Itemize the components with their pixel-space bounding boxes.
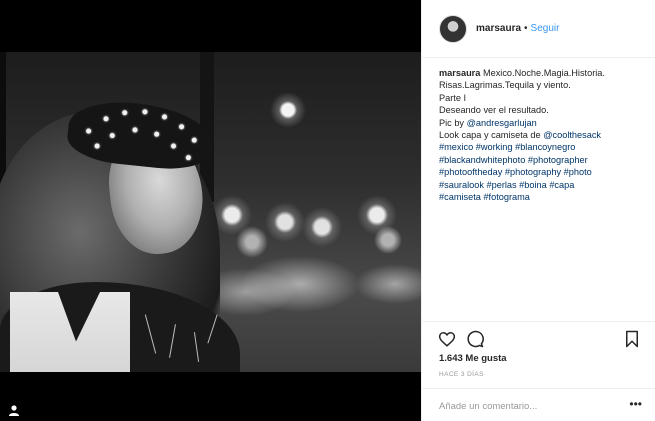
post-caption: marsaura Mexico.Noche.Magia.Historia. Ris… [439,67,651,203]
caption-text: Look capa y camiseta de [439,130,544,141]
caption-text: Pic by [439,117,467,128]
comment-bar: ••• [422,388,655,421]
hashtag-link[interactable]: #mexico #working #blancoynegro [439,142,575,152]
post-sidebar: marsaura • Seguir marsaura Mexico.Noche.… [421,0,655,421]
caption-text: Mexico.Noche.Magia.Historia. [482,68,605,78]
heart-icon[interactable] [438,330,456,348]
avatar[interactable] [439,14,467,43]
hashtag-link[interactable]: #sauralook #perlas #boina #capa [439,180,574,190]
hashtag-link[interactable]: #camiseta #fotograma [439,192,530,202]
hashtag-link[interactable]: #blackandwhitephoto #photographer [439,155,588,165]
caption-line: #sauralook #perlas #boina #capa [439,179,651,191]
follow-button[interactable]: Seguir [531,23,560,34]
action-bar [422,321,655,355]
caption-line: Pic by @andresgarlujan [439,117,651,129]
comment-input[interactable] [439,398,619,414]
caption-line: #mexico #working #blancoynegro [439,141,651,153]
caption-line: Deseando ver el resultado. [439,104,651,116]
caption-username[interactable]: marsaura [439,68,483,78]
username-link[interactable]: marsaura [476,23,521,34]
post-timestamp[interactable]: HACE 3 DÍAS [439,371,484,378]
post-media: happ [0,0,421,421]
more-options-icon[interactable]: ••• [629,397,642,411]
post-header: marsaura • Seguir [422,0,655,58]
likes-count[interactable]: 1.643 Me gusta [439,353,507,364]
caption-line: Parte I [439,92,651,104]
caption-text: Parte I [439,92,467,103]
comment-bubble-icon[interactable] [466,330,484,348]
caption-line: #photooftheday #photography #photo [439,166,651,178]
hashtag-link[interactable]: @coolthesack [543,130,601,140]
caption-text: Risas.Lagrimas.Tequila y viento. [439,80,571,91]
caption-line: #camiseta #fotograma [439,191,651,203]
caption-line: Risas.Lagrimas.Tequila y viento. [439,79,651,91]
user-icon[interactable] [8,404,20,416]
separator-dot: • [524,23,528,34]
caption-line: Look capa y camiseta de @coolthesack [439,129,651,141]
hashtag-link[interactable]: @andresgarlujan [467,118,537,128]
caption-line: #blackandwhitephoto #photographer [439,154,651,166]
bookmark-icon[interactable] [623,330,641,348]
caption-line: marsaura Mexico.Noche.Magia.Historia. [439,67,651,79]
post-photo[interactable]: happ [0,52,421,372]
caption-text: Deseando ver el resultado. [439,105,549,116]
hashtag-link[interactable]: #photooftheday #photography #photo [439,167,592,177]
